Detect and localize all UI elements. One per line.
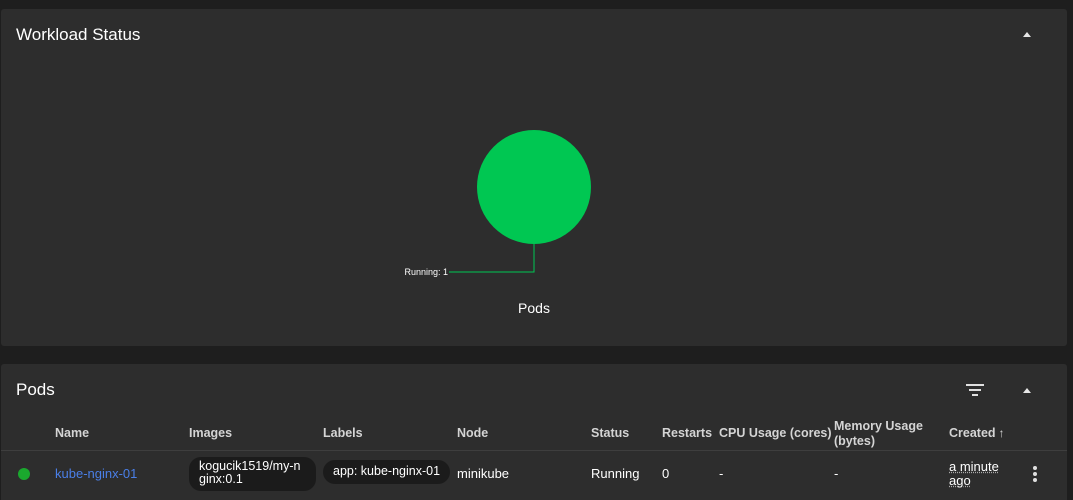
image-chip-line2: ginx:0.1: [199, 472, 243, 486]
column-header-labels: Labels: [323, 426, 363, 440]
pods-card: Pods Name Images Labels Node Status Rest…: [1, 364, 1067, 500]
chevron-up-icon: [1023, 387, 1031, 393]
column-header-memory[interactable]: Memory Usage (bytes): [834, 419, 934, 449]
column-header-status[interactable]: Status: [591, 426, 629, 441]
column-header-images: Images: [189, 426, 233, 440]
filter-icon: [966, 384, 984, 386]
kebab-dot: [1033, 478, 1037, 482]
column-header-cpu[interactable]: CPU Usage (cores): [719, 426, 832, 441]
header-divider: [1, 450, 1067, 451]
filter-icon-line: [972, 394, 978, 396]
pod-status: Running: [591, 466, 640, 481]
pod-node: minikube: [457, 466, 510, 481]
column-header-restarts[interactable]: Restarts: [662, 426, 712, 441]
column-header-node[interactable]: Node: [457, 426, 488, 441]
label-chip: app: kube-nginx-01: [323, 460, 451, 484]
pod-created: a minute ago: [949, 460, 999, 488]
kebab-dot: [1033, 466, 1037, 470]
pod-memory: -: [834, 466, 839, 481]
chart-title: Pods: [518, 300, 550, 316]
filter-icon-line: [969, 389, 981, 391]
pod-name-link[interactable]: kube-nginx-01: [55, 467, 137, 481]
pod-cpu: -: [719, 466, 724, 481]
filter-button[interactable]: [963, 378, 987, 402]
column-header-created-label: Created: [949, 426, 996, 440]
workload-pie-chart: Running: 1: [404, 130, 591, 277]
workload-status-card: Workload Status Running: 1 Pods: [1, 9, 1067, 346]
pie-callout-label: Running: 1: [404, 267, 448, 277]
arrow-up-icon: ↑: [998, 426, 1005, 440]
pod-created-line2: ago: [949, 473, 971, 488]
image-chip: kogucik1519/my-n ginx:0.1: [189, 457, 316, 491]
callout-line: [449, 244, 535, 273]
collapse-pods-button[interactable]: [1015, 378, 1039, 402]
running-status-icon: [18, 468, 30, 480]
column-header-created[interactable]: Created ↑: [949, 426, 1005, 441]
pod-restarts: 0: [662, 466, 670, 481]
column-header-name[interactable]: Name: [55, 426, 89, 441]
pod-created-line1: a minute: [949, 459, 999, 474]
pods-title: Pods: [16, 380, 55, 399]
pie-slice-running: [477, 130, 591, 244]
kebab-dot: [1033, 472, 1037, 476]
more-vert-icon[interactable]: [1025, 464, 1045, 484]
